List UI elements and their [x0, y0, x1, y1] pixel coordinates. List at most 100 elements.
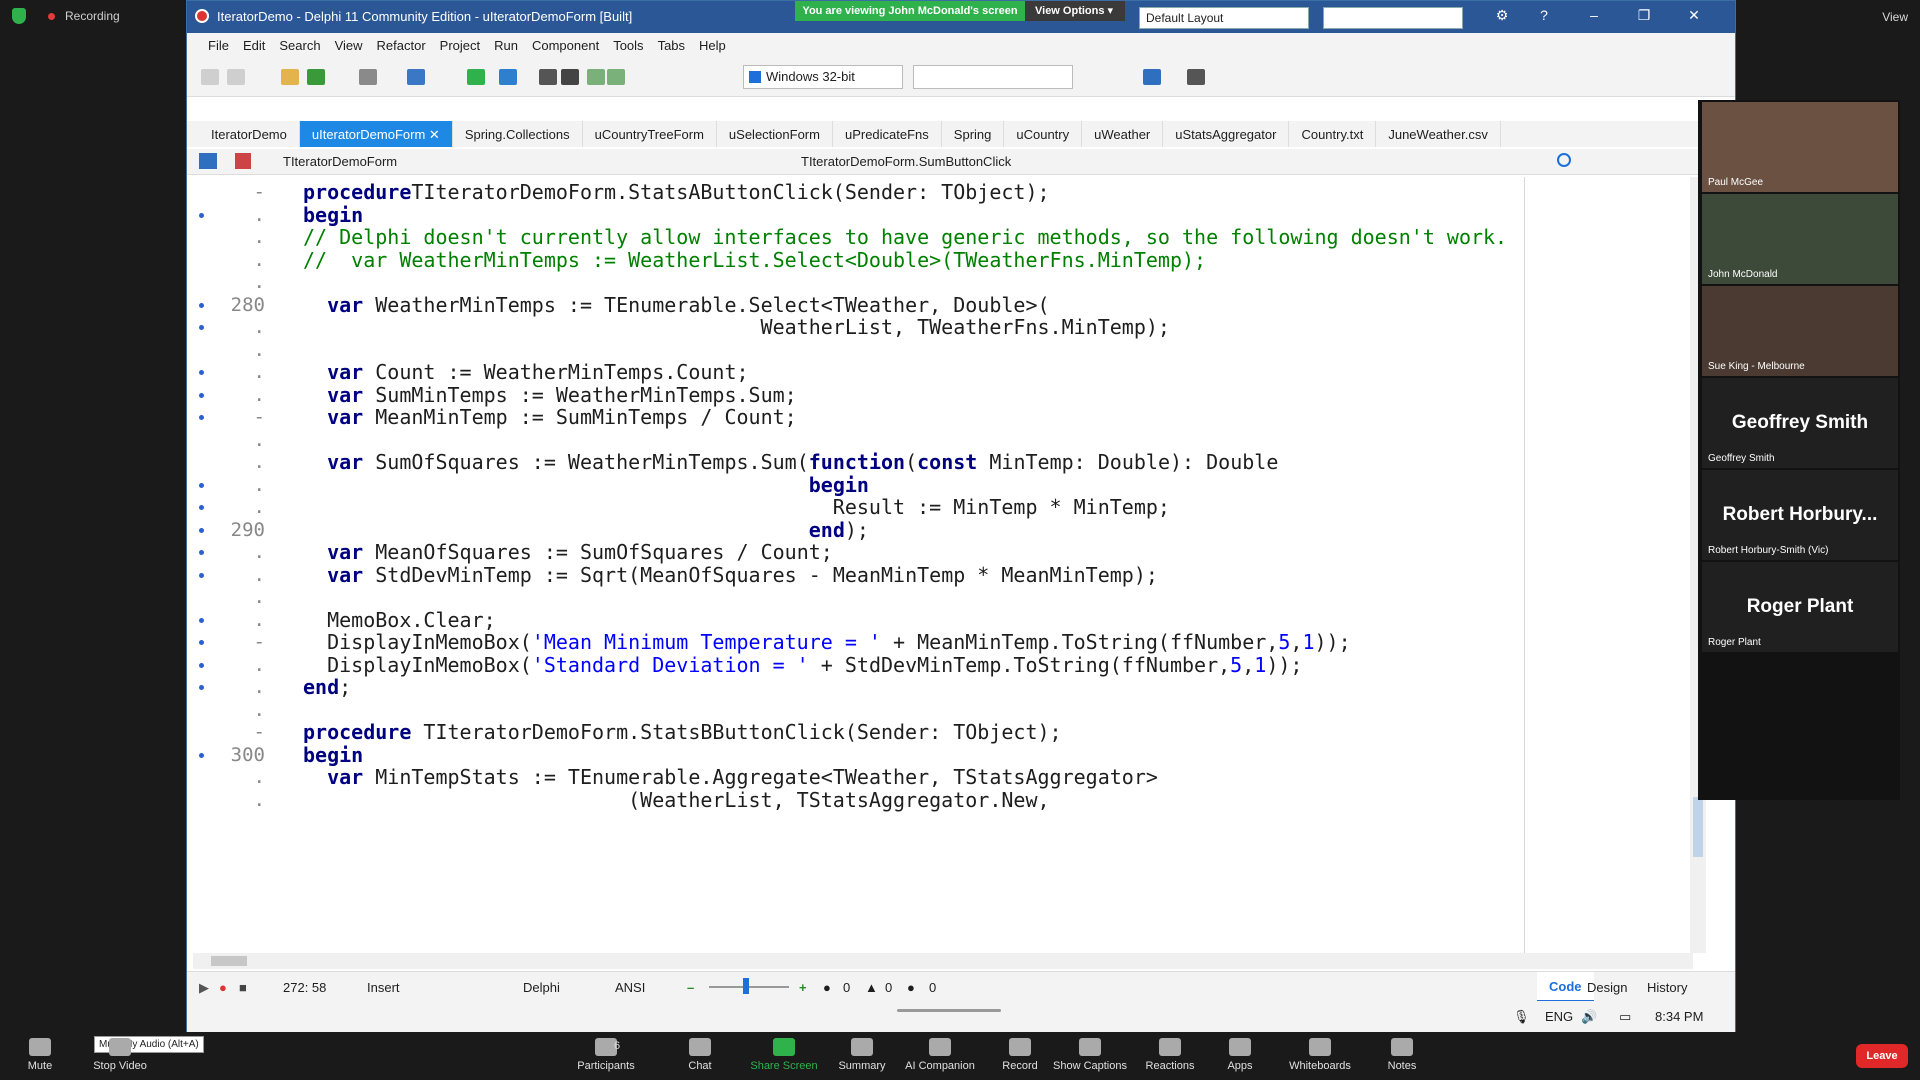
close-icon[interactable]: ✕ — [1679, 7, 1709, 24]
minimize-icon[interactable]: – — [1579, 7, 1609, 23]
breakpoint-marker-icon[interactable] — [199, 482, 204, 488]
build-icon[interactable] — [407, 69, 425, 85]
restore-icon[interactable]: ❐ — [1629, 7, 1659, 24]
menu-item-component[interactable]: Component — [525, 33, 606, 57]
breakpoint-marker-icon[interactable] — [199, 212, 204, 218]
breakpoint-marker-icon[interactable] — [199, 550, 204, 555]
code-editor[interactable]: - procedureTIteratorDemoForm.StatsAButton… — [187, 177, 1707, 953]
breakpoint-marker-icon[interactable] — [199, 640, 204, 645]
file-tab[interactable]: Spring.Collections — [453, 121, 583, 147]
vertical-scroll-thumb[interactable] — [1693, 797, 1703, 857]
battery-icon[interactable]: ▭ — [1619, 1009, 1631, 1025]
participant-tile[interactable]: John McDonald — [1702, 194, 1898, 284]
breakpoint-marker-icon[interactable] — [199, 685, 204, 690]
insert-mode[interactable]: Insert — [367, 980, 400, 995]
platform-select[interactable]: Windows 32-bit — [743, 65, 903, 89]
file-tab[interactable]: JuneWeather.csv — [1376, 121, 1501, 147]
breakpoint-marker-icon[interactable] — [199, 527, 204, 533]
pause-icon[interactable] — [539, 69, 557, 85]
participant-tile[interactable]: Robert Horbury... Robert Horbury-Smith (V… — [1702, 470, 1898, 560]
reactions-button[interactable]: Reactions — [1130, 1038, 1210, 1072]
history-view-tab[interactable]: History — [1647, 980, 1687, 995]
layout-select[interactable]: Default Layout — [1139, 7, 1309, 29]
forward-icon[interactable] — [1187, 69, 1205, 85]
zoom-slider[interactable] — [709, 986, 789, 988]
menu-item-edit[interactable]: Edit — [236, 33, 272, 57]
save-icon[interactable] — [307, 69, 325, 85]
breakpoint-marker-icon[interactable] — [199, 392, 204, 398]
share-screen-button[interactable]: Share Screen — [744, 1038, 824, 1072]
menu-item-project[interactable]: Project — [433, 33, 487, 57]
file-tab[interactable]: uPredicateFns — [833, 121, 942, 147]
code-view-tab[interactable]: Code — [1537, 972, 1594, 1002]
participant-tile[interactable]: Paul McGee — [1702, 102, 1898, 192]
stop-macro-icon[interactable]: ■ — [239, 980, 247, 995]
notes-button[interactable]: Notes — [1362, 1038, 1442, 1072]
show-captions-button[interactable]: Show Captions — [1050, 1038, 1130, 1072]
ai-companion-button[interactable]: AI Companion — [900, 1038, 980, 1072]
file-tab[interactable]: Country.txt — [1289, 121, 1377, 147]
drag-handle[interactable] — [897, 1009, 1001, 1012]
structure-icon[interactable] — [199, 153, 217, 169]
zoom-slider-thumb[interactable] — [743, 978, 749, 994]
horizontal-scrollbar[interactable] — [193, 953, 1693, 969]
menu-item-help[interactable]: Help — [692, 33, 733, 57]
run-icon[interactable] — [467, 69, 485, 85]
ide-search-input[interactable] — [1323, 7, 1463, 29]
breakpoint-marker-icon[interactable] — [199, 505, 204, 510]
participant-tile[interactable]: Roger Plant Roger Plant — [1702, 562, 1898, 652]
zoom-in-icon[interactable]: + — [799, 980, 807, 995]
open-icon[interactable] — [281, 69, 299, 85]
participant-tile[interactable]: Geoffrey Smith Geoffrey Smith — [1702, 378, 1898, 468]
file-tab[interactable]: Spring — [942, 121, 1005, 147]
unit-icon[interactable] — [235, 153, 251, 169]
menu-item-search[interactable]: Search — [272, 33, 327, 57]
whiteboards-button[interactable]: Whiteboards — [1280, 1038, 1360, 1072]
breakpoint-marker-icon[interactable] — [199, 572, 204, 578]
file-tab[interactable]: uCountryTreeForm — [583, 121, 717, 147]
stop-icon[interactable] — [561, 69, 579, 85]
record-macro-icon[interactable]: ● — [219, 980, 227, 995]
breakpoint-marker-icon[interactable] — [199, 415, 204, 420]
menu-item-run[interactable]: Run — [487, 33, 525, 57]
breakpoint-marker-icon[interactable] — [199, 302, 204, 308]
menu-item-refactor[interactable]: Refactor — [370, 33, 433, 57]
file-tab[interactable]: uSelectionForm — [717, 121, 833, 147]
file-tab[interactable]: IteratorDemo — [199, 121, 300, 147]
breakpoint-marker-icon[interactable] — [199, 617, 204, 623]
view-options-button[interactable]: View Options ▾ — [1025, 1, 1125, 21]
participant-tile[interactable]: Sue King - Melbourne — [1702, 286, 1898, 376]
breakpoint-marker-icon[interactable] — [199, 370, 204, 375]
chat-button[interactable]: Chat — [660, 1038, 740, 1072]
play-macro-icon[interactable]: ▶ — [199, 980, 209, 996]
configuration-select[interactable] — [913, 65, 1073, 89]
stop-video-button[interactable]: Stop Video — [80, 1038, 160, 1072]
help-icon[interactable]: ? — [1529, 7, 1559, 23]
design-view-tab[interactable]: Design — [1587, 980, 1627, 995]
menu-item-tools[interactable]: Tools — [606, 33, 650, 57]
save-all-icon[interactable] — [359, 69, 377, 85]
participants-button[interactable]: Participants — [566, 1038, 646, 1072]
zoom-out-icon[interactable]: – — [687, 980, 694, 995]
step-over-icon[interactable] — [587, 69, 605, 85]
breakpoint-marker-icon[interactable] — [199, 662, 204, 668]
encoding-select[interactable]: ANSI — [615, 980, 645, 995]
menu-item-file[interactable]: File — [201, 33, 236, 57]
menu-item-tabs[interactable]: Tabs — [651, 33, 692, 57]
debug-icon[interactable] — [499, 69, 517, 85]
trace-into-icon[interactable] — [607, 69, 625, 85]
file-tab[interactable]: uCountry — [1004, 121, 1083, 147]
language-select[interactable]: Delphi — [523, 980, 560, 995]
record-button[interactable]: Record — [980, 1038, 1060, 1072]
horizontal-scroll-thumb[interactable] — [211, 956, 247, 966]
settings-icon[interactable]: ⚙ — [1487, 7, 1517, 24]
file-tab[interactable]: uStatsAggregator — [1163, 121, 1290, 147]
back-icon[interactable] — [1143, 69, 1161, 85]
apps-button[interactable]: Apps — [1200, 1038, 1280, 1072]
leave-button[interactable]: Leave — [1856, 1044, 1908, 1068]
volume-icon[interactable]: 🔊 — [1581, 1009, 1597, 1025]
file-tab[interactable]: uIteratorDemoForm ✕ — [299, 121, 453, 147]
breakpoint-marker-icon[interactable] — [199, 752, 204, 758]
input-language[interactable]: ENG — [1545, 1009, 1573, 1024]
open-project-icon[interactable] — [227, 69, 245, 85]
